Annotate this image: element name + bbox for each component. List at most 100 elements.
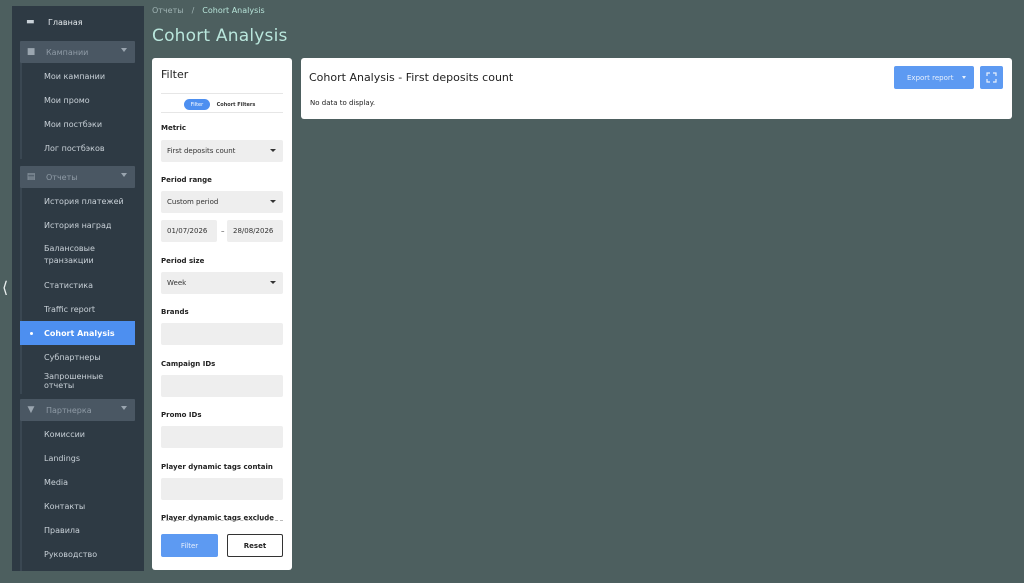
- tab-cohort-filters[interactable]: Cohort Filters: [216, 99, 256, 110]
- caret-down-icon: [962, 76, 966, 79]
- breadcrumb-parent[interactable]: Отчеты: [152, 6, 184, 15]
- sidebar-item-label: Балансовые транзакции: [44, 244, 95, 265]
- sidebar-item-label: Cohort Analysis: [44, 328, 115, 338]
- scroll-fade-divider: [161, 520, 283, 524]
- fullscreen-button[interactable]: [980, 66, 1003, 89]
- sidebar-item-home[interactable]: ▬ Главная: [20, 12, 140, 32]
- sidebar-item-label: Landings: [44, 453, 81, 463]
- tags-contain-label: Player dynamic tags contain: [161, 463, 273, 471]
- export-report-label: Export report: [907, 73, 954, 82]
- filter-panel-title: Filter: [161, 68, 189, 81]
- sidebar-group-label: Партнерка: [46, 405, 92, 415]
- home-icon: ▬: [26, 17, 35, 27]
- date-range-dash: –: [221, 227, 225, 235]
- period-size-value: Week: [167, 279, 187, 287]
- sidebar-item-balance-transactions[interactable]: Балансовые транзакции: [20, 239, 135, 271]
- sidebar-item-payment-history[interactable]: История платежей: [20, 189, 135, 213]
- reset-button[interactable]: Reset: [227, 534, 283, 557]
- tab-filter[interactable]: Filter: [184, 99, 210, 110]
- sidebar-item-label: Комиссии: [44, 429, 86, 439]
- sidebar-item-label: Статистика: [44, 280, 93, 290]
- date-to-value: 28/08/2026: [233, 227, 274, 235]
- period-size-label: Period size: [161, 257, 205, 265]
- sidebar-item-label: Субпартнеры: [44, 352, 101, 362]
- sidebar-item-guide[interactable]: Руководство: [20, 542, 135, 566]
- sidebar-group-reports[interactable]: ▤ Отчеты: [20, 166, 135, 188]
- metric-select-value: First deposits count: [167, 147, 236, 155]
- sidebar-item-reward-history[interactable]: История наград: [20, 213, 135, 237]
- breadcrumb-current: Cohort Analysis: [202, 6, 265, 15]
- sidebar-group-partner[interactable]: ▼ Партнерка: [20, 399, 135, 421]
- sidebar-item-rules[interactable]: Правила: [20, 518, 135, 542]
- sidebar-item-landings[interactable]: Landings: [20, 446, 135, 470]
- period-range-label: Period range: [161, 176, 212, 184]
- sidebar-group-label: Кампании: [46, 47, 89, 57]
- campaign-ids-input[interactable]: [161, 375, 283, 397]
- filter-button[interactable]: Filter: [161, 534, 218, 557]
- sidebar-item-media[interactable]: Media: [20, 470, 135, 494]
- sidebar-collapse-toggle[interactable]: ⟨: [2, 278, 10, 298]
- brands-input[interactable]: [161, 323, 283, 345]
- period-size-select[interactable]: Week: [161, 272, 283, 294]
- sidebar-group-campaigns[interactable]: ■ Кампании: [20, 41, 135, 63]
- sidebar-item-label: Лог постбэков: [44, 143, 105, 153]
- metric-select[interactable]: First deposits count: [161, 140, 283, 162]
- active-dot-icon: [30, 332, 33, 335]
- sidebar-item-cohort-analysis[interactable]: Cohort Analysis: [20, 321, 135, 345]
- date-to-input[interactable]: 28/08/2026: [227, 220, 283, 242]
- sidebar-item-label: Мои постбэки: [44, 119, 103, 129]
- promo-ids-input[interactable]: [161, 426, 283, 448]
- sidebar-item-requested-reports[interactable]: Запрошенные отчеты: [20, 369, 135, 393]
- date-from-value: 01/07/2026: [167, 227, 208, 235]
- sidebar-item-label: Мои кампании: [44, 71, 106, 81]
- sidebar-item-subpartners[interactable]: Субпартнеры: [20, 345, 135, 369]
- sidebar-item-my-promo[interactable]: Мои промо: [20, 88, 135, 112]
- sidebar-item-label: Мои промо: [44, 95, 90, 105]
- period-range-value: Custom period: [167, 198, 219, 206]
- sidebar-item-label: Правила: [44, 525, 80, 535]
- sidebar-item-contacts[interactable]: Контакты: [20, 494, 135, 518]
- promo-ids-label: Promo IDs: [161, 411, 202, 419]
- sidebar-item-label: История наград: [44, 220, 112, 230]
- sidebar-item-statistics[interactable]: Статистика: [20, 273, 135, 297]
- sidebar: ▬ Главная ■ Кампании Мои кампании Мои пр…: [12, 6, 144, 571]
- tags-contain-input[interactable]: [161, 478, 283, 500]
- sidebar-item-label: Traffic report: [44, 304, 96, 314]
- sidebar-item-label: Главная: [48, 17, 83, 27]
- report-title: Cohort Analysis - First deposits count: [309, 71, 514, 84]
- period-range-select[interactable]: Custom period: [161, 191, 283, 213]
- caret-down-icon: [270, 200, 276, 203]
- briefcase-icon: ■: [26, 47, 36, 57]
- sidebar-item-label: Руководство: [44, 549, 98, 559]
- filter-tabs: Filter Cohort Filters: [161, 93, 283, 113]
- caret-down-icon: [270, 149, 276, 152]
- caret-down-icon: [270, 281, 276, 284]
- reports-icon: ▤: [26, 172, 36, 182]
- chevron-down-icon: [121, 173, 127, 177]
- sidebar-item-label: Media: [44, 477, 69, 487]
- sidebar-item-label: Запрошенные отчеты: [44, 372, 104, 390]
- campaign-ids-label: Campaign IDs: [161, 360, 216, 368]
- export-report-button[interactable]: Export report: [894, 66, 974, 89]
- breadcrumb-separator: /: [191, 6, 195, 15]
- sidebar-item-label: Контакты: [44, 501, 86, 511]
- sidebar-item-my-postbacks[interactable]: Мои постбэки: [20, 112, 135, 136]
- date-from-input[interactable]: 01/07/2026: [161, 220, 217, 242]
- sidebar-item-commissions[interactable]: Комиссии: [20, 422, 135, 446]
- sidebar-group-label: Отчеты: [46, 172, 78, 182]
- sidebar-item-label: История платежей: [44, 196, 124, 206]
- sidebar-item-postback-log[interactable]: Лог постбэков: [20, 136, 135, 160]
- page-title: Cohort Analysis: [152, 26, 288, 46]
- brands-label: Brands: [161, 308, 189, 316]
- empty-state-message: No data to display.: [310, 99, 376, 107]
- funnel-icon: ▼: [27, 405, 35, 415]
- filter-panel: Filter Filter Cohort Filters Metric Firs…: [152, 58, 292, 570]
- breadcrumb: Отчеты / Cohort Analysis: [152, 6, 265, 15]
- sidebar-item-my-campaigns[interactable]: Мои кампании: [20, 64, 135, 88]
- chevron-down-icon: [121, 48, 127, 52]
- result-panel: Cohort Analysis - First deposits count N…: [301, 58, 1012, 119]
- fullscreen-icon: [986, 72, 997, 83]
- metric-label: Metric: [161, 124, 187, 132]
- sidebar-item-traffic-report[interactable]: Traffic report: [20, 297, 135, 321]
- chevron-down-icon: [121, 406, 127, 410]
